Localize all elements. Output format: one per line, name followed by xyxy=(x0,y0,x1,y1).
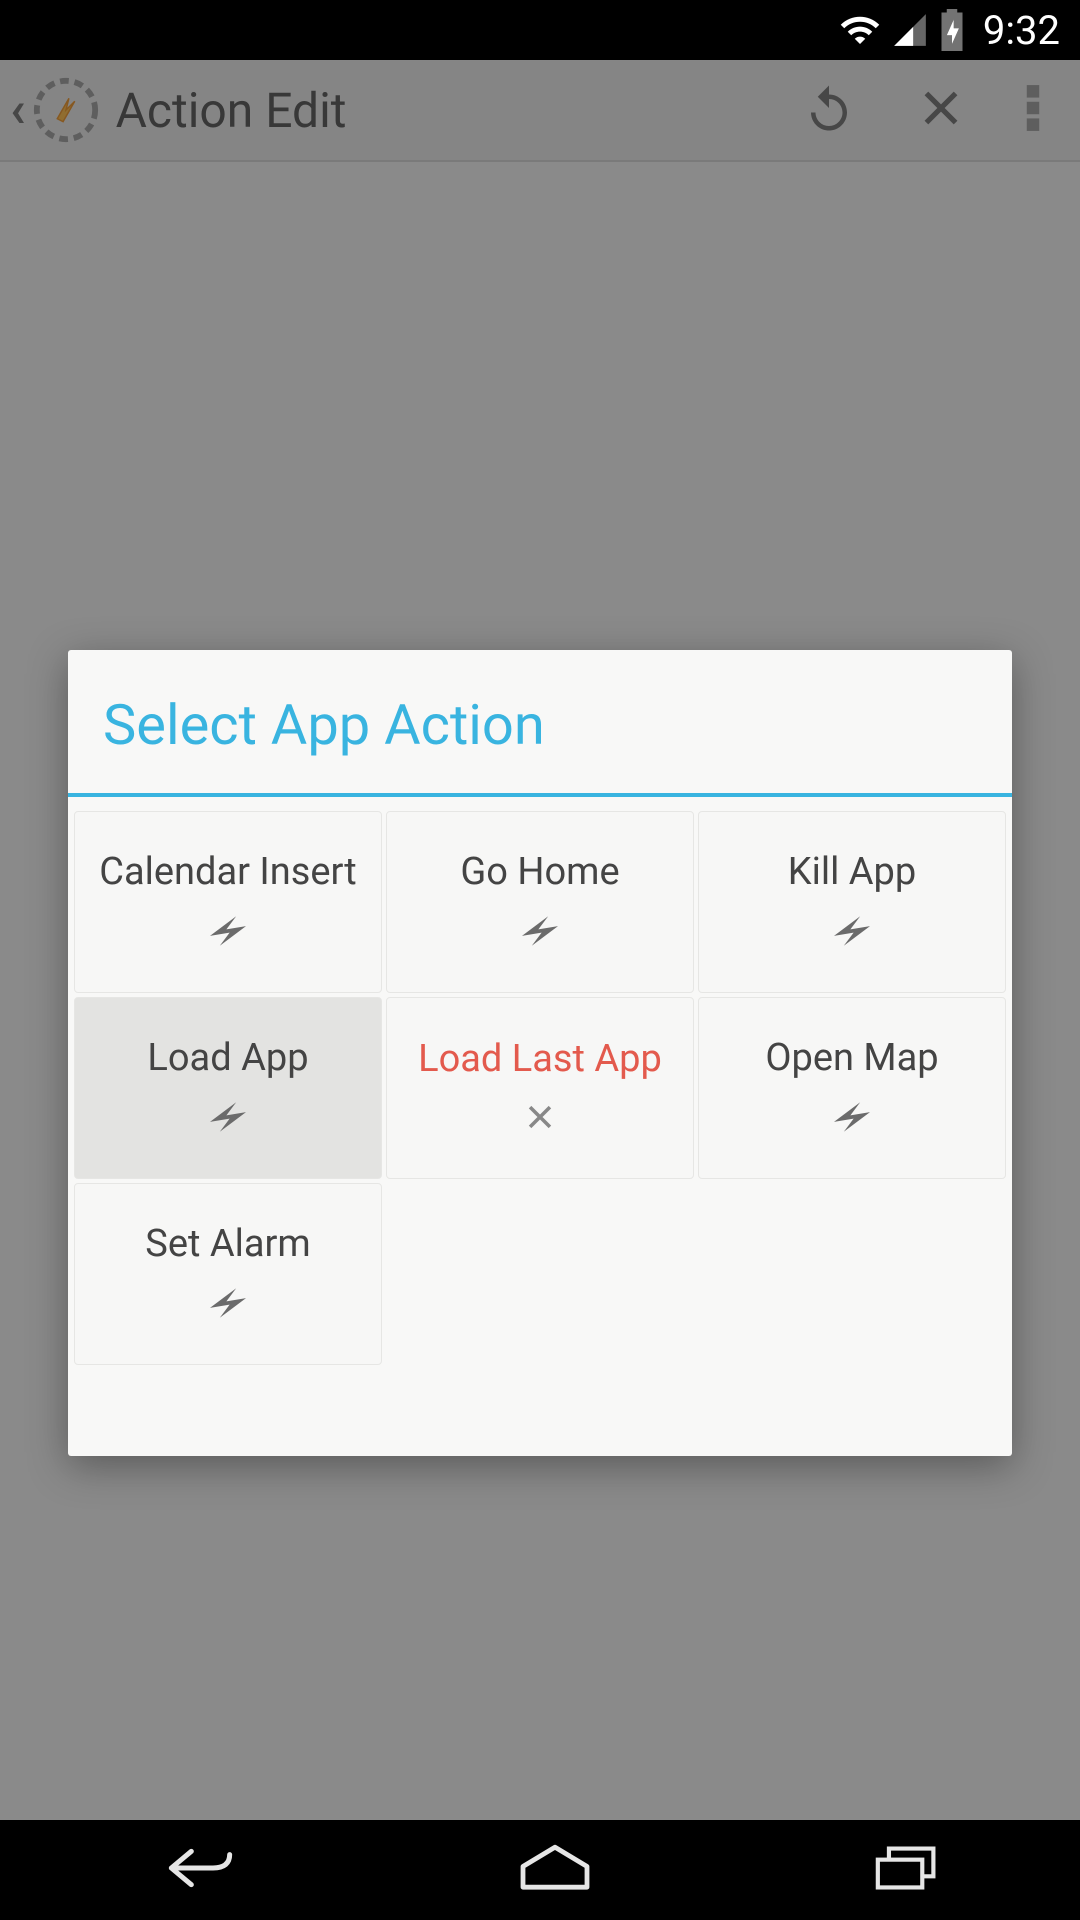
dialog-title: Select App Action xyxy=(68,650,1012,793)
action-tile[interactable]: Open Map xyxy=(698,997,1006,1179)
bolt-icon xyxy=(827,1099,877,1139)
back-icon[interactable] xyxy=(138,1843,238,1897)
bolt-icon xyxy=(203,1099,253,1139)
status-bar: 9:32 xyxy=(0,0,1080,60)
tile-label: Set Alarm xyxy=(145,1223,310,1267)
action-tile[interactable]: Calendar Insert xyxy=(74,811,382,993)
wifi-icon xyxy=(839,9,881,51)
cross-icon xyxy=(523,1100,557,1138)
home-icon[interactable] xyxy=(515,1843,595,1897)
status-time: 9:32 xyxy=(983,7,1060,54)
action-grid: Calendar Insert Go Home Kill App Load App Lo… xyxy=(68,797,1012,1371)
action-tile[interactable]: Load Last App xyxy=(386,997,694,1179)
action-tile[interactable]: Set Alarm xyxy=(74,1183,382,1365)
action-tile[interactable]: Kill App xyxy=(698,811,1006,993)
bolt-icon xyxy=(203,913,253,953)
action-tile[interactable]: Go Home xyxy=(386,811,694,993)
bolt-icon xyxy=(827,913,877,953)
tile-label: Open Map xyxy=(765,1037,938,1081)
signal-icon xyxy=(891,11,929,49)
select-app-action-dialog: Select App Action Calendar Insert Go Home… xyxy=(68,650,1012,1456)
action-tile[interactable]: Load App xyxy=(74,997,382,1179)
bolt-icon xyxy=(515,913,565,953)
tile-label: Load Last App xyxy=(418,1038,662,1082)
tile-label: Go Home xyxy=(460,851,619,895)
recents-icon[interactable] xyxy=(872,1843,942,1897)
tile-label: Kill App xyxy=(788,851,916,895)
tile-label: Calendar Insert xyxy=(99,851,357,895)
app-content: ‹ Action Edit Select App Action xyxy=(0,60,1080,1820)
battery-charging-icon xyxy=(939,9,965,51)
bolt-icon xyxy=(203,1285,253,1325)
navigation-bar xyxy=(0,1820,1080,1920)
tile-label: Load App xyxy=(147,1037,308,1081)
